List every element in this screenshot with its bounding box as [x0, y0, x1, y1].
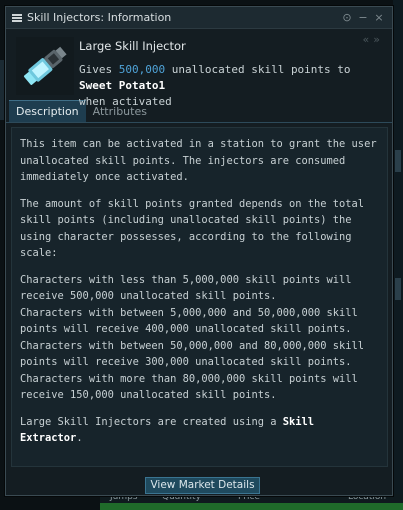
history-forward-icon[interactable]: » — [373, 33, 384, 46]
minimize-button[interactable]: − — [356, 11, 370, 24]
scale-item: Characters with between 50,000,000 and 8… — [20, 339, 365, 369]
window-titlebar[interactable]: Skill Injectors: Information ⊙ − × — [6, 7, 392, 29]
skill-injector-icon — [16, 37, 74, 95]
close-button[interactable]: × — [372, 11, 386, 24]
summary-amount: 500,000 — [118, 63, 166, 76]
item-summary: Gives 500,000 unallocated skill points t… — [79, 62, 379, 110]
tab-description[interactable]: Description — [9, 100, 86, 122]
window-title: Skill Injectors: Information — [27, 11, 172, 24]
background-scroll-marker — [395, 278, 401, 300]
description-paragraph: The amount of skill points granted depen… — [20, 197, 365, 260]
background-market-table: Jumps Quantity Price Location — [100, 492, 403, 510]
history-back-icon[interactable]: « — [363, 33, 374, 46]
summary-suffix: when activated — [79, 95, 172, 108]
item-header: Large Skill Injector «» Gives 500,000 un… — [6, 29, 392, 108]
market-table-row[interactable] — [100, 503, 403, 510]
description-panel: This item can be activated in a station … — [11, 127, 388, 467]
background-scroll-marker — [395, 150, 401, 172]
summary-middle: unallocated skill points to — [165, 63, 351, 76]
scale-item: Characters with between 5,000,000 and 50… — [20, 306, 358, 336]
info-icon[interactable]: ⊙ — [340, 11, 354, 24]
scale-item: Characters with less than 5,000,000 skil… — [20, 273, 352, 303]
description-paragraph: This item can be activated in a station … — [20, 138, 377, 183]
scale-list: Characters with less than 5,000,000 skil… — [20, 272, 381, 404]
menu-icon[interactable] — [12, 13, 22, 22]
summary-character-link[interactable]: Sweet Potato1 — [79, 79, 165, 92]
info-window: Skill Injectors: Information ⊙ − × Large… — [5, 6, 393, 496]
description-paragraph: Large Skill Injectors are created using … — [20, 414, 381, 447]
scale-item: Characters with more than 80,000,000 ski… — [20, 372, 358, 402]
extractor-suffix: . — [76, 432, 83, 444]
background-scrollbar — [393, 0, 403, 510]
item-name: Large Skill Injector — [79, 39, 186, 53]
summary-prefix: Gives — [79, 63, 119, 76]
history-arrows: «» — [363, 33, 384, 46]
view-market-details-button[interactable]: View Market Details — [145, 477, 260, 494]
extractor-prefix: Large Skill Injectors are created using … — [20, 415, 283, 428]
